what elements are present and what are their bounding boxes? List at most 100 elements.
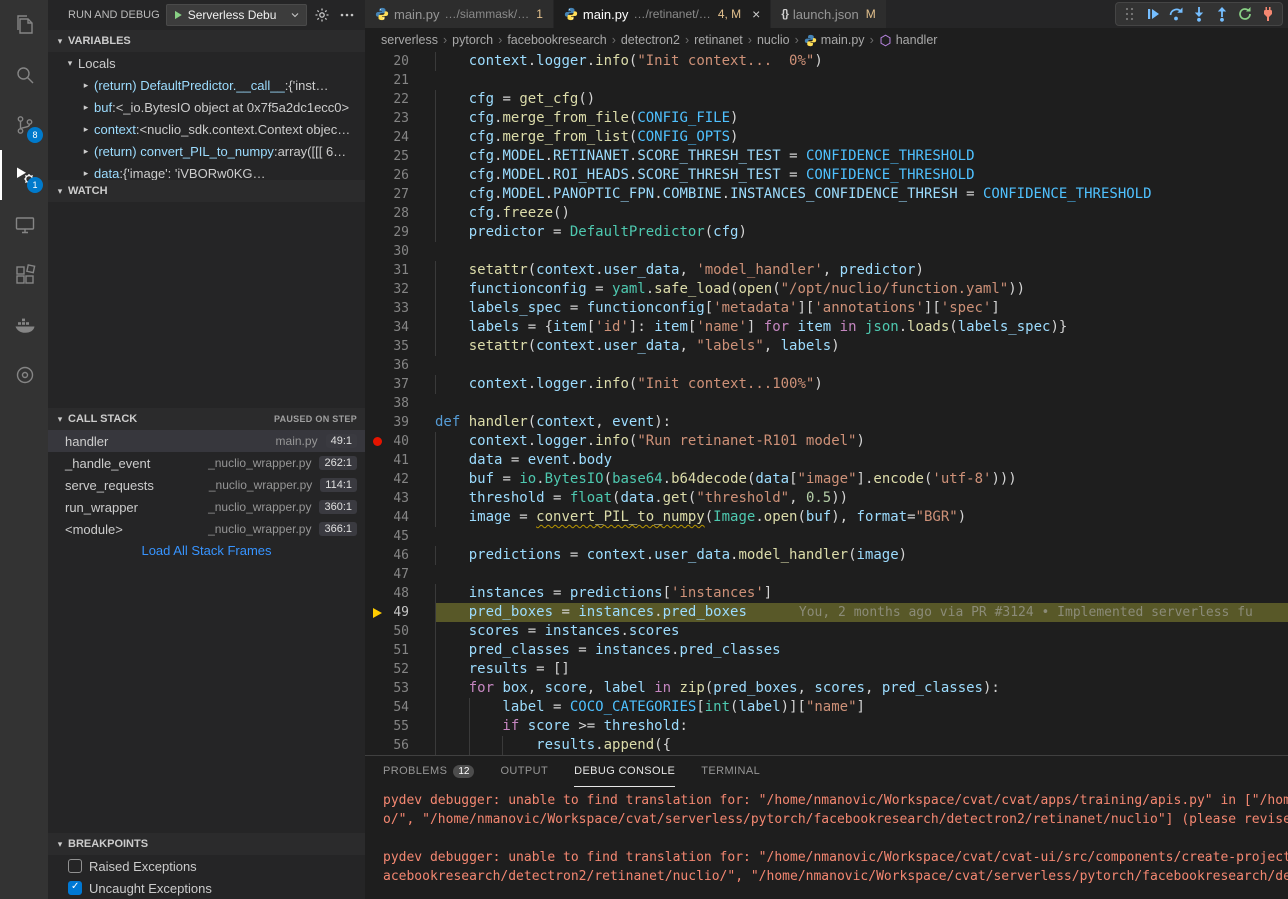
panel-tab-debug-console[interactable]: DEBUG CONSOLE <box>574 756 675 787</box>
code-line-21[interactable]: 21 <box>365 71 1288 90</box>
code-line-27[interactable]: 27 cfg.MODEL.PANOPTIC_FPN.COMBINE.INSTAN… <box>365 185 1288 204</box>
code-line-22[interactable]: 22 cfg = get_cfg() <box>365 90 1288 109</box>
stack-frame[interactable]: handler main.py 49:1 <box>48 430 365 452</box>
debug-settings-button[interactable] <box>313 5 332 25</box>
extensions-button[interactable] <box>0 250 48 300</box>
explorer-button[interactable] <box>0 0 48 50</box>
checkbox-checked[interactable] <box>68 881 82 895</box>
code-line-37[interactable]: 37 context.logger.info("Init context...1… <box>365 375 1288 394</box>
tab-main-py-retinanet[interactable]: main.py …/retinanet/… 4, M × <box>554 0 771 28</box>
variable-row[interactable]: ▸ data{'image': 'iVBORw0KG… <box>48 162 365 180</box>
variable-row[interactable]: ▸ (return) convert_PIL_to_numpyarray([[[… <box>48 140 365 162</box>
debug-toolbar-drag-handle[interactable] <box>1120 4 1140 24</box>
variable-row[interactable]: ▸ context<nuclio_sdk.context.Context obj… <box>48 118 365 140</box>
tab-launch-json[interactable]: {} launch.json M <box>771 0 886 28</box>
chevron-right-icon[interactable]: ▸ <box>78 102 94 113</box>
run-and-debug-button[interactable]: 1 <box>0 150 48 200</box>
code-editor[interactable]: 20 context.logger.info("Init context... … <box>365 52 1288 755</box>
source-control-button[interactable]: 8 <box>0 100 48 150</box>
breadcrumb-item-file[interactable]: main.py <box>804 33 865 47</box>
stack-frame[interactable]: <module> _nuclio_wrapper.py 366:1 <box>48 518 365 540</box>
breadcrumb-item[interactable]: detectron2 <box>621 33 680 47</box>
breadcrumb-item[interactable]: retinanet <box>694 33 743 47</box>
launch-config-dropdown[interactable]: Serverless Debu <box>166 4 307 26</box>
breakpoint-row[interactable]: Uncaught Exceptions <box>48 877 365 899</box>
code-line-40[interactable]: 40 context.logger.info("Run retinanet-R1… <box>365 432 1288 451</box>
panel-tab-output[interactable]: OUTPUT <box>500 756 548 787</box>
code-line-54[interactable]: 54 label = COCO_CATEGORIES[int(label)]["… <box>365 698 1288 717</box>
panel-tab-terminal[interactable]: TERMINAL <box>701 756 760 787</box>
close-icon[interactable]: × <box>752 7 760 21</box>
start-debug-play-icon[interactable] <box>172 9 184 21</box>
code-line-38[interactable]: 38 <box>365 394 1288 413</box>
stack-frame[interactable]: run_wrapper _nuclio_wrapper.py 360:1 <box>48 496 365 518</box>
code-line-49[interactable]: 49 pred_boxes = instances.pred_boxesYou,… <box>365 603 1288 622</box>
continue-button[interactable] <box>1143 4 1163 24</box>
variables-section-header[interactable]: ▾ VARIABLES <box>48 30 365 52</box>
current-line-arrow-icon[interactable] <box>365 608 389 618</box>
code-line-32[interactable]: 32 functionconfig = yaml.safe_load(open(… <box>365 280 1288 299</box>
breakpoint-icon[interactable] <box>365 437 389 446</box>
code-line-34[interactable]: 34 labels = {item['id']: item['name'] fo… <box>365 318 1288 337</box>
breadcrumb-item[interactable]: facebookresearch <box>507 33 606 47</box>
code-line-42[interactable]: 42 buf = io.BytesIO(base64.b64decode(dat… <box>365 470 1288 489</box>
debug-console-output[interactable]: pydev debugger: unable to find translati… <box>365 787 1288 899</box>
code-line-36[interactable]: 36 <box>365 356 1288 375</box>
code-line-55[interactable]: 55 if score >= threshold: <box>365 717 1288 736</box>
search-button[interactable] <box>0 50 48 100</box>
code-line-23[interactable]: 23 cfg.merge_from_file(CONFIG_FILE) <box>365 109 1288 128</box>
stack-frame[interactable]: serve_requests _nuclio_wrapper.py 114:1 <box>48 474 365 496</box>
chevron-right-icon[interactable]: ▸ <box>78 80 94 91</box>
breadcrumb-item-symbol[interactable]: handler <box>879 33 938 47</box>
code-line-53[interactable]: 53 for box, score, label in zip(pred_box… <box>365 679 1288 698</box>
breadcrumb-item[interactable]: nuclio <box>757 33 790 47</box>
code-line-41[interactable]: 41 data = event.body <box>365 451 1288 470</box>
code-line-39[interactable]: 39def handler(context, event): <box>365 413 1288 432</box>
breakpoint-row[interactable]: Raised Exceptions <box>48 855 365 877</box>
code-line-35[interactable]: 35 setattr(context.user_data, "labels", … <box>365 337 1288 356</box>
chevron-right-icon[interactable]: ▸ <box>78 146 94 157</box>
panel-tab-problems[interactable]: PROBLEMS 12 <box>383 756 474 787</box>
load-all-stack-frames-link[interactable]: Load All Stack Frames <box>48 540 365 562</box>
more-actions-button[interactable] <box>338 5 357 25</box>
code-line-43[interactable]: 43 threshold = float(data.get("threshold… <box>365 489 1288 508</box>
docker-button[interactable] <box>0 300 48 350</box>
code-line-51[interactable]: 51 pred_classes = instances.pred_classes <box>365 641 1288 660</box>
code-line-33[interactable]: 33 labels_spec = functionconfig['metadat… <box>365 299 1288 318</box>
remote-explorer-button[interactable] <box>0 200 48 250</box>
step-over-button[interactable] <box>1166 4 1186 24</box>
code-line-50[interactable]: 50 scores = instances.scores <box>365 622 1288 641</box>
breakpoints-section-header[interactable]: ▾ BREAKPOINTS <box>48 833 365 855</box>
code-line-20[interactable]: 20 context.logger.info("Init context... … <box>365 52 1288 71</box>
variable-row[interactable]: ▸ (return) DefaultPredictor.__call__{'in… <box>48 74 365 96</box>
scope-locals[interactable]: ▾ Locals <box>48 52 365 74</box>
code-line-48[interactable]: 48 instances = predictions['instances'] <box>365 584 1288 603</box>
breadcrumb-item[interactable]: serverless <box>381 33 438 47</box>
watch-section-header[interactable]: ▾ WATCH <box>48 180 365 202</box>
stack-frame[interactable]: _handle_event _nuclio_wrapper.py 262:1 <box>48 452 365 474</box>
code-line-26[interactable]: 26 cfg.MODEL.ROI_HEADS.SCORE_THRESH_TEST… <box>365 166 1288 185</box>
chevron-right-icon[interactable]: ▸ <box>78 168 94 179</box>
restart-button[interactable] <box>1235 4 1255 24</box>
code-line-31[interactable]: 31 setattr(context.user_data, 'model_han… <box>365 261 1288 280</box>
step-into-button[interactable] <box>1189 4 1209 24</box>
chevron-right-icon[interactable]: ▸ <box>78 124 94 135</box>
code-line-52[interactable]: 52 results = [] <box>365 660 1288 679</box>
code-line-46[interactable]: 46 predictions = context.user_data.model… <box>365 546 1288 565</box>
code-line-25[interactable]: 25 cfg.MODEL.RETINANET.SCORE_THRESH_TEST… <box>365 147 1288 166</box>
code-line-56[interactable]: 56 results.append({ <box>365 736 1288 755</box>
code-line-30[interactable]: 30 <box>365 242 1288 261</box>
breadcrumb-item[interactable]: pytorch <box>452 33 493 47</box>
circle-tool-button[interactable] <box>0 350 48 400</box>
code-line-45[interactable]: 45 <box>365 527 1288 546</box>
tab-main-py-siammask[interactable]: main.py …/siammask/… 1 <box>365 0 554 28</box>
step-out-button[interactable] <box>1212 4 1232 24</box>
code-line-28[interactable]: 28 cfg.freeze() <box>365 204 1288 223</box>
checkbox-unchecked[interactable] <box>68 859 82 873</box>
code-line-44[interactable]: 44 image = convert_PIL_to_numpy(Image.op… <box>365 508 1288 527</box>
chevron-down-icon[interactable]: ▾ <box>62 58 78 69</box>
code-line-47[interactable]: 47 <box>365 565 1288 584</box>
code-line-29[interactable]: 29 predictor = DefaultPredictor(cfg) <box>365 223 1288 242</box>
code-line-24[interactable]: 24 cfg.merge_from_list(CONFIG_OPTS) <box>365 128 1288 147</box>
variable-row[interactable]: ▸ buf<_io.BytesIO object at 0x7f5a2dc1ec… <box>48 96 365 118</box>
